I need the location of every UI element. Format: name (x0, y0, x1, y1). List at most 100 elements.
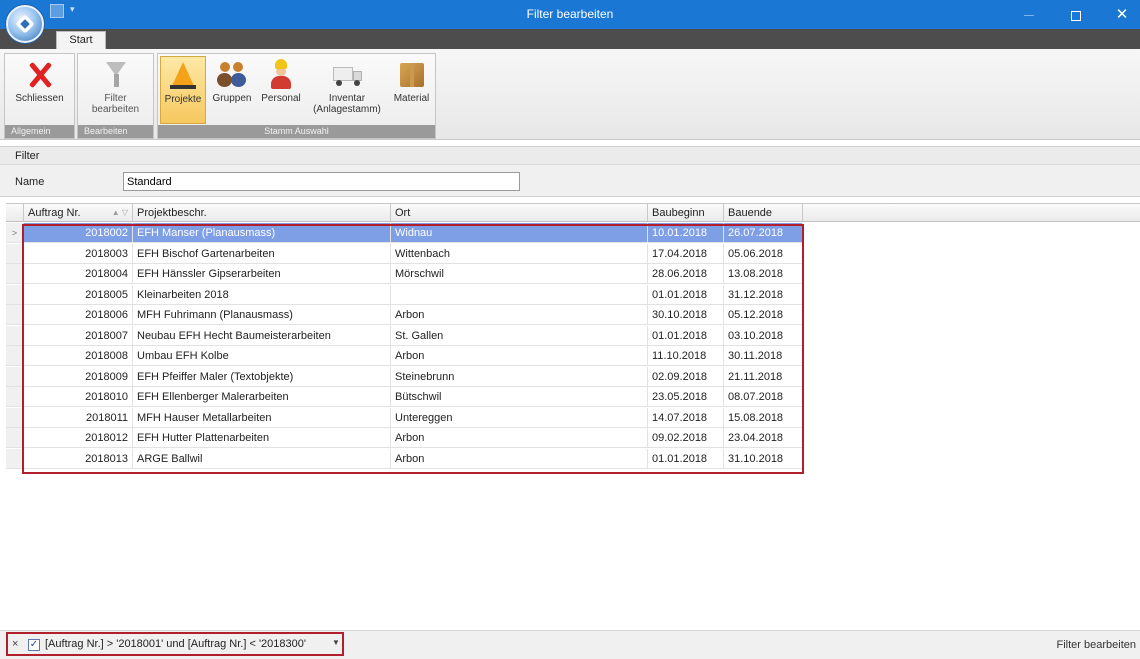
table-row[interactable]: 2018013 ARGE Ballwil Arbon 01.01.2018 31.10.… (6, 448, 803, 470)
cell-projektbeschr[interactable]: EFH Ellenberger Malerarbeiten (133, 387, 391, 407)
row-indicator[interactable] (6, 407, 24, 428)
cell-baubeginn[interactable]: 11.10.2018 (648, 346, 724, 366)
cell-ort[interactable]: Mörschwil (391, 264, 648, 284)
edit-filter-link[interactable]: Filter bearbeiten (1057, 639, 1137, 651)
inventar-button[interactable]: Inventar (Anlagestamm) (306, 56, 388, 124)
table-row[interactable]: 2018010 EFH Ellenberger Malerarbeiten Büts… (6, 387, 803, 408)
cell-ort[interactable]: Steinebrunn (391, 366, 648, 387)
cell-ort[interactable]: Arbon (391, 346, 648, 366)
cell-projektbeschr[interactable]: MFH Fuhrimann (Planausmass) (133, 305, 391, 325)
row-indicator[interactable] (6, 284, 24, 305)
cell-projektbeschr[interactable]: ARGE Ballwil (133, 448, 391, 469)
cell-projektbeschr[interactable]: Kleinarbeiten 2018 (133, 284, 391, 305)
filter-history-dropdown-icon[interactable]: ▼ (332, 638, 340, 647)
column-header-baubeginn[interactable]: Baubeginn (648, 204, 724, 222)
cell-baubeginn[interactable]: 01.01.2018 (648, 448, 724, 469)
row-indicator[interactable] (6, 448, 24, 469)
cell-auftrag-nr[interactable]: 2018007 (24, 325, 133, 346)
row-indicator[interactable]: > (6, 223, 24, 243)
cell-baubeginn[interactable]: 10.01.2018 (648, 223, 724, 243)
cell-auftrag-nr[interactable]: 2018009 (24, 366, 133, 387)
cell-baubeginn[interactable]: 17.04.2018 (648, 243, 724, 264)
cell-ort[interactable]: Arbon (391, 305, 648, 325)
cell-baubeginn[interactable]: 30.10.2018 (648, 305, 724, 325)
cell-bauende[interactable]: 08.07.2018 (724, 387, 803, 407)
cell-baubeginn[interactable]: 02.09.2018 (648, 366, 724, 387)
cell-bauende[interactable]: 05.06.2018 (724, 243, 803, 264)
table-row[interactable]: 2018007 Neubau EFH Hecht Baumeisterarbeit… (6, 325, 803, 347)
cell-projektbeschr[interactable]: Neubau EFH Hecht Baumeisterarbeiten (133, 325, 391, 346)
app-menu-button[interactable] (6, 5, 44, 43)
personal-button[interactable]: Personal (257, 56, 305, 124)
cell-projektbeschr[interactable]: EFH Pfeiffer Maler (Textobjekte) (133, 366, 391, 387)
cell-projektbeschr[interactable]: MFH Hauser Metallarbeiten (133, 407, 391, 428)
cell-projektbeschr[interactable]: EFH Bischof Gartenarbeiten (133, 243, 391, 264)
cell-baubeginn[interactable]: 14.07.2018 (648, 407, 724, 428)
cell-ort[interactable]: Untereggen (391, 407, 648, 428)
cell-bauende[interactable]: 05.12.2018 (724, 305, 803, 325)
cell-bauende[interactable]: 03.10.2018 (724, 325, 803, 346)
table-row[interactable]: 2018012 EFH Hutter Plattenarbeiten Arbon 09… (6, 428, 803, 449)
cell-auftrag-nr[interactable]: 2018011 (24, 407, 133, 428)
minimize-button[interactable] (1006, 0, 1052, 29)
cell-auftrag-nr[interactable]: 2018013 (24, 448, 133, 469)
cell-ort[interactable]: Widnau (391, 223, 648, 243)
cell-projektbeschr[interactable]: Umbau EFH Kolbe (133, 346, 391, 366)
cell-bauende[interactable]: 21.11.2018 (724, 366, 803, 387)
row-indicator[interactable] (6, 346, 24, 366)
column-header-projektbeschr[interactable]: Projektbeschr. (133, 204, 391, 222)
row-indicator[interactable] (6, 305, 24, 325)
table-row[interactable]: 2018006 MFH Fuhrimann (Planausmass) Arbon 3… (6, 305, 803, 326)
cell-bauende[interactable]: 30.11.2018 (724, 346, 803, 366)
cell-auftrag-nr[interactable]: 2018012 (24, 428, 133, 448)
table-row[interactable]: 2018003 EFH Bischof Gartenarbeiten Wittenb… (6, 243, 803, 265)
column-header-ort[interactable]: Ort (391, 204, 648, 222)
close-window-button[interactable]: ✕ (1099, 0, 1140, 29)
filter-expression[interactable]: [Auftrag Nr.] > '2018001' und [Auftrag N… (45, 638, 306, 650)
cell-auftrag-nr[interactable]: 2018008 (24, 346, 133, 366)
column-header-bauende[interactable]: Bauende (724, 204, 803, 222)
cell-bauende[interactable]: 31.12.2018 (724, 284, 803, 305)
material-button[interactable]: Material (388, 56, 435, 124)
cell-auftrag-nr[interactable]: 2018002 (24, 223, 133, 243)
cell-auftrag-nr[interactable]: 2018006 (24, 305, 133, 325)
table-row[interactable]: 2018004 EFH Hänssler Gipserarbeiten Mörsch… (6, 264, 803, 285)
projekte-button[interactable]: Projekte (160, 56, 206, 124)
cell-auftrag-nr[interactable]: 2018005 (24, 284, 133, 305)
cell-bauende[interactable]: 26.07.2018 (724, 223, 803, 243)
table-row[interactable]: 2018011 MFH Hauser Metallarbeiten Unteregg… (6, 407, 803, 429)
cell-projektbeschr[interactable]: EFH Hänssler Gipserarbeiten (133, 264, 391, 284)
cell-ort[interactable]: Arbon (391, 428, 648, 448)
cell-baubeginn[interactable]: 23.05.2018 (648, 387, 724, 407)
cell-projektbeschr[interactable]: EFH Hutter Plattenarbeiten (133, 428, 391, 448)
table-row[interactable]: 2018005 Kleinarbeiten 2018 01.01.2018 31.12… (6, 284, 803, 306)
cell-baubeginn[interactable]: 09.02.2018 (648, 428, 724, 448)
cell-bauende[interactable]: 23.04.2018 (724, 428, 803, 448)
close-button[interactable]: Schliessen (7, 56, 72, 124)
cell-baubeginn[interactable]: 01.01.2018 (648, 284, 724, 305)
cell-ort[interactable]: Wittenbach (391, 243, 648, 264)
cell-baubeginn[interactable]: 28.06.2018 (648, 264, 724, 284)
row-indicator[interactable] (6, 366, 24, 387)
cell-auftrag-nr[interactable]: 2018004 (24, 264, 133, 284)
cell-baubeginn[interactable]: 01.01.2018 (648, 325, 724, 346)
row-indicator[interactable] (6, 387, 24, 407)
cell-ort[interactable]: Bütschwil (391, 387, 648, 407)
gruppen-button[interactable]: Gruppen (208, 56, 256, 124)
tab-start[interactable]: Start (56, 31, 106, 49)
row-indicator[interactable] (6, 325, 24, 346)
cell-bauende[interactable]: 31.10.2018 (724, 448, 803, 469)
table-row[interactable]: 2018008 Umbau EFH Kolbe Arbon 11.10.2018 30.… (6, 346, 803, 367)
filter-enabled-checkbox[interactable]: ✓ (28, 639, 40, 651)
cell-ort[interactable] (391, 284, 648, 305)
cell-bauende[interactable]: 15.08.2018 (724, 407, 803, 428)
row-indicator[interactable] (6, 428, 24, 448)
cell-auftrag-nr[interactable]: 2018003 (24, 243, 133, 264)
cell-ort[interactable]: St. Gallen (391, 325, 648, 346)
column-header-auftrag-nr[interactable]: Auftrag Nr. ▲ ▽ (24, 204, 133, 222)
cell-projektbeschr[interactable]: EFH Manser (Planausmass) (133, 223, 391, 243)
edit-filter-button[interactable]: Filter bearbeiten (80, 56, 151, 124)
table-row[interactable]: >2018002 EFH Manser (Planausmass) Widnau 10… (6, 223, 803, 244)
filter-name-input[interactable] (123, 172, 520, 191)
row-indicator[interactable] (6, 264, 24, 284)
